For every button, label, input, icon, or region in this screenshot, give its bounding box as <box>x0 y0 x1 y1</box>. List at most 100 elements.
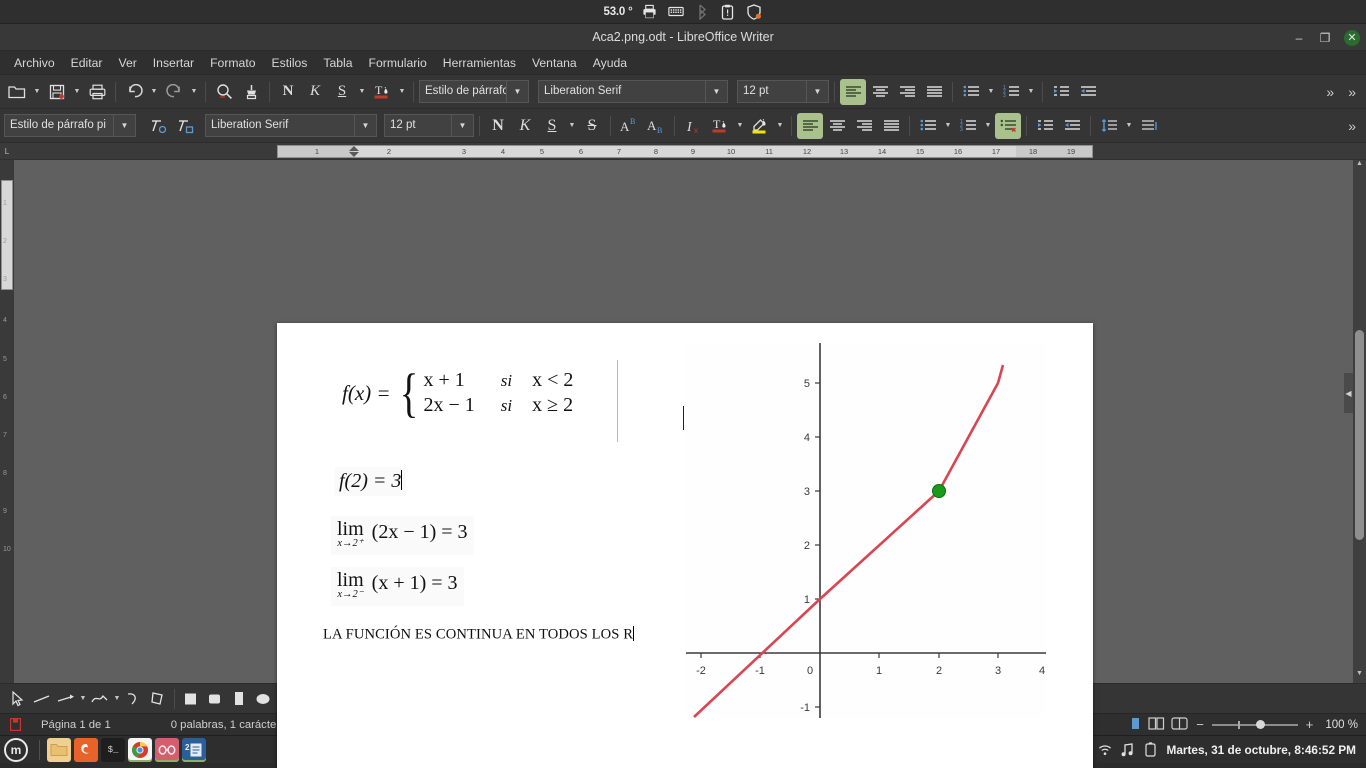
numbered-list-button[interactable]: 123 <box>998 79 1024 105</box>
zoom-slider[interactable] <box>1211 719 1298 731</box>
multi-page-view-icon[interactable] <box>1148 716 1165 733</box>
highlight-color-icon[interactable] <box>747 113 773 139</box>
save-status-icon[interactable] <box>0 717 31 732</box>
vertical-ruler[interactable]: 1 2 3 4 5 6 7 8 9 10 <box>0 160 14 683</box>
superscript-button[interactable]: AB <box>616 113 642 139</box>
font-size-dropdown-icon[interactable]: ▼ <box>806 81 828 102</box>
formula-piecewise[interactable]: f(x) = { x + 1 si x < 2 2x − 1 si x ≥ 2 <box>342 360 618 442</box>
terminal-icon[interactable]: $_ <box>101 737 125 762</box>
menu-herramientas[interactable]: Herramientas <box>435 53 524 73</box>
bullet-list-button[interactable] <box>958 79 984 105</box>
arrow-tool-icon[interactable] <box>54 687 78 711</box>
menu-estilos[interactable]: Estilos <box>264 53 316 73</box>
increase-indent-button[interactable] <box>1048 79 1074 105</box>
format-numbered-list-dropdown-icon[interactable]: ▼ <box>982 113 994 139</box>
zoom-slider-knob[interactable] <box>1255 719 1265 729</box>
subscript-button[interactable]: AB <box>643 113 669 139</box>
conclusion-paragraph[interactable]: LA FUNCIÓN ES CONTINUA EN TODOS LOS R <box>323 626 635 643</box>
open-file-icon[interactable] <box>4 79 30 105</box>
ruler-bar[interactable]: 1 2 3 4 5 6 7 8 9 10 11 12 13 14 15 16 1… <box>277 145 1093 158</box>
font-size-combo[interactable]: 12 pt ▼ <box>737 80 829 103</box>
keyboard-icon[interactable] <box>667 3 684 20</box>
font-color-icon[interactable]: T <box>369 79 395 105</box>
format-paragraph-style-combo[interactable]: Estilo de párrafo pi ▼ <box>4 114 136 137</box>
search-icon[interactable] <box>211 79 237 105</box>
format-numbered-list-button[interactable]: 123 <box>955 113 981 139</box>
chrome-icon[interactable] <box>128 737 152 762</box>
undo-dropdown-icon[interactable]: ▼ <box>148 79 160 105</box>
format-underline-button[interactable]: S <box>539 113 565 139</box>
scroll-up-arrow-icon[interactable]: ▲ <box>1353 160 1366 173</box>
redo-icon[interactable] <box>161 79 187 105</box>
left-indent-marker[interactable] <box>349 152 359 157</box>
menu-ver[interactable]: Ver <box>110 53 144 73</box>
redo-dropdown-icon[interactable]: ▼ <box>188 79 200 105</box>
format-font-size-dropdown-icon[interactable]: ▼ <box>451 115 473 136</box>
arrow-tool-dropdown-icon[interactable]: ▼ <box>78 695 88 702</box>
rectangle-tool-icon[interactable] <box>179 687 203 711</box>
update-style-icon[interactable] <box>145 113 171 139</box>
writer-icon[interactable]: 2 <box>182 737 206 762</box>
ruler-corner-label[interactable]: L <box>0 147 14 156</box>
sidebar-expand-handle[interactable]: ◀ <box>1344 373 1353 413</box>
strikethrough-button[interactable]: S <box>579 113 605 139</box>
zoom-out-button[interactable]: − <box>1194 717 1206 732</box>
horizontal-ruler[interactable]: L 1 2 3 4 5 6 7 8 9 10 11 12 13 14 15 16… <box>0 143 1366 160</box>
numbered-list-dropdown-icon[interactable]: ▼ <box>1025 79 1037 105</box>
paragraph-style-dropdown-icon[interactable]: ▼ <box>506 81 528 102</box>
single-page-view-icon[interactable] <box>1129 717 1142 733</box>
format-bold-button[interactable]: N <box>485 113 511 139</box>
close-button[interactable]: ✕ <box>1344 29 1360 46</box>
format-font-color-icon[interactable]: T <box>707 113 733 139</box>
format-font-name-dropdown-icon[interactable]: ▼ <box>354 115 376 136</box>
format-bullet-list-button[interactable] <box>915 113 941 139</box>
files-icon[interactable] <box>47 737 71 762</box>
scroll-down-arrow-icon[interactable]: ▼ <box>1353 670 1366 683</box>
bullet-list-dropdown-icon[interactable]: ▼ <box>985 79 997 105</box>
book-view-icon[interactable] <box>1171 716 1188 733</box>
polygon-tool-icon[interactable] <box>146 687 170 711</box>
curve-tool-icon[interactable] <box>122 687 146 711</box>
battery-icon[interactable] <box>1144 742 1158 758</box>
align-right-button[interactable] <box>894 79 920 105</box>
format-font-size-combo[interactable]: 12 pt ▼ <box>384 114 474 137</box>
format-increase-indent-button[interactable] <box>1032 113 1058 139</box>
first-line-indent-marker[interactable] <box>349 146 359 151</box>
no-list-button[interactable] <box>995 112 1021 139</box>
format-font-color-dropdown-icon[interactable]: ▼ <box>734 113 746 139</box>
format-toolbar-overflow-chevron-icon[interactable]: » <box>1342 118 1362 134</box>
wifi-icon[interactable] <box>1098 742 1112 758</box>
clone-formatting-icon[interactable] <box>238 79 264 105</box>
format-italic-button[interactable]: K <box>512 113 538 139</box>
freeform-dropdown-icon[interactable]: ▼ <box>112 695 122 702</box>
ellipse-tool-icon[interactable] <box>251 687 275 711</box>
line-spacing-dropdown-icon[interactable]: ▼ <box>1123 113 1135 139</box>
italic-button[interactable]: K <box>302 79 328 105</box>
bluetooth-icon[interactable] <box>693 3 710 20</box>
menu-tabla[interactable]: Tabla <box>315 53 360 73</box>
menu-archivo[interactable]: Archivo <box>6 53 63 73</box>
format-decrease-indent-button[interactable] <box>1059 113 1085 139</box>
music-icon[interactable] <box>1121 742 1135 758</box>
align-center-button[interactable] <box>867 79 893 105</box>
glasses-icon[interactable] <box>155 737 179 762</box>
menu-formato[interactable]: Formato <box>202 53 263 73</box>
firefox-icon[interactable] <box>74 737 98 762</box>
word-count[interactable]: 0 palabras, 1 carácter <box>161 719 290 731</box>
menu-editar[interactable]: Editar <box>63 53 111 73</box>
save-icon[interactable] <box>44 79 70 105</box>
format-align-justify-button[interactable] <box>878 113 904 139</box>
function-graph-image[interactable]: -2 -1 0 1 2 3 4 1 2 3 4 5 -1 <box>686 343 1046 718</box>
zoom-level[interactable]: 100 % <box>1321 719 1358 731</box>
taskbar-clock[interactable]: Martes, 31 de octubre, 8:46:52 PM <box>1167 743 1356 757</box>
toolbar-overflow-chevron-icon[interactable]: » <box>1320 84 1340 100</box>
bold-button[interactable]: N <box>275 79 301 105</box>
formula-limit-left[interactable]: lim x→2⁻ (x + 1) = 3 <box>331 567 464 606</box>
new-style-icon[interactable] <box>172 113 198 139</box>
format-align-center-button[interactable] <box>824 113 850 139</box>
font-name-dropdown-icon[interactable]: ▼ <box>705 81 727 102</box>
vertical-scrollbar[interactable]: ▲ ▼ <box>1353 160 1366 683</box>
paragraph-style-combo[interactable]: Estilo de párrafo pi ▼ <box>419 80 529 103</box>
menu-ayuda[interactable]: Ayuda <box>585 53 635 73</box>
document-page[interactable]: f(x) = { x + 1 si x < 2 2x − 1 si x ≥ 2 <box>277 323 1093 768</box>
